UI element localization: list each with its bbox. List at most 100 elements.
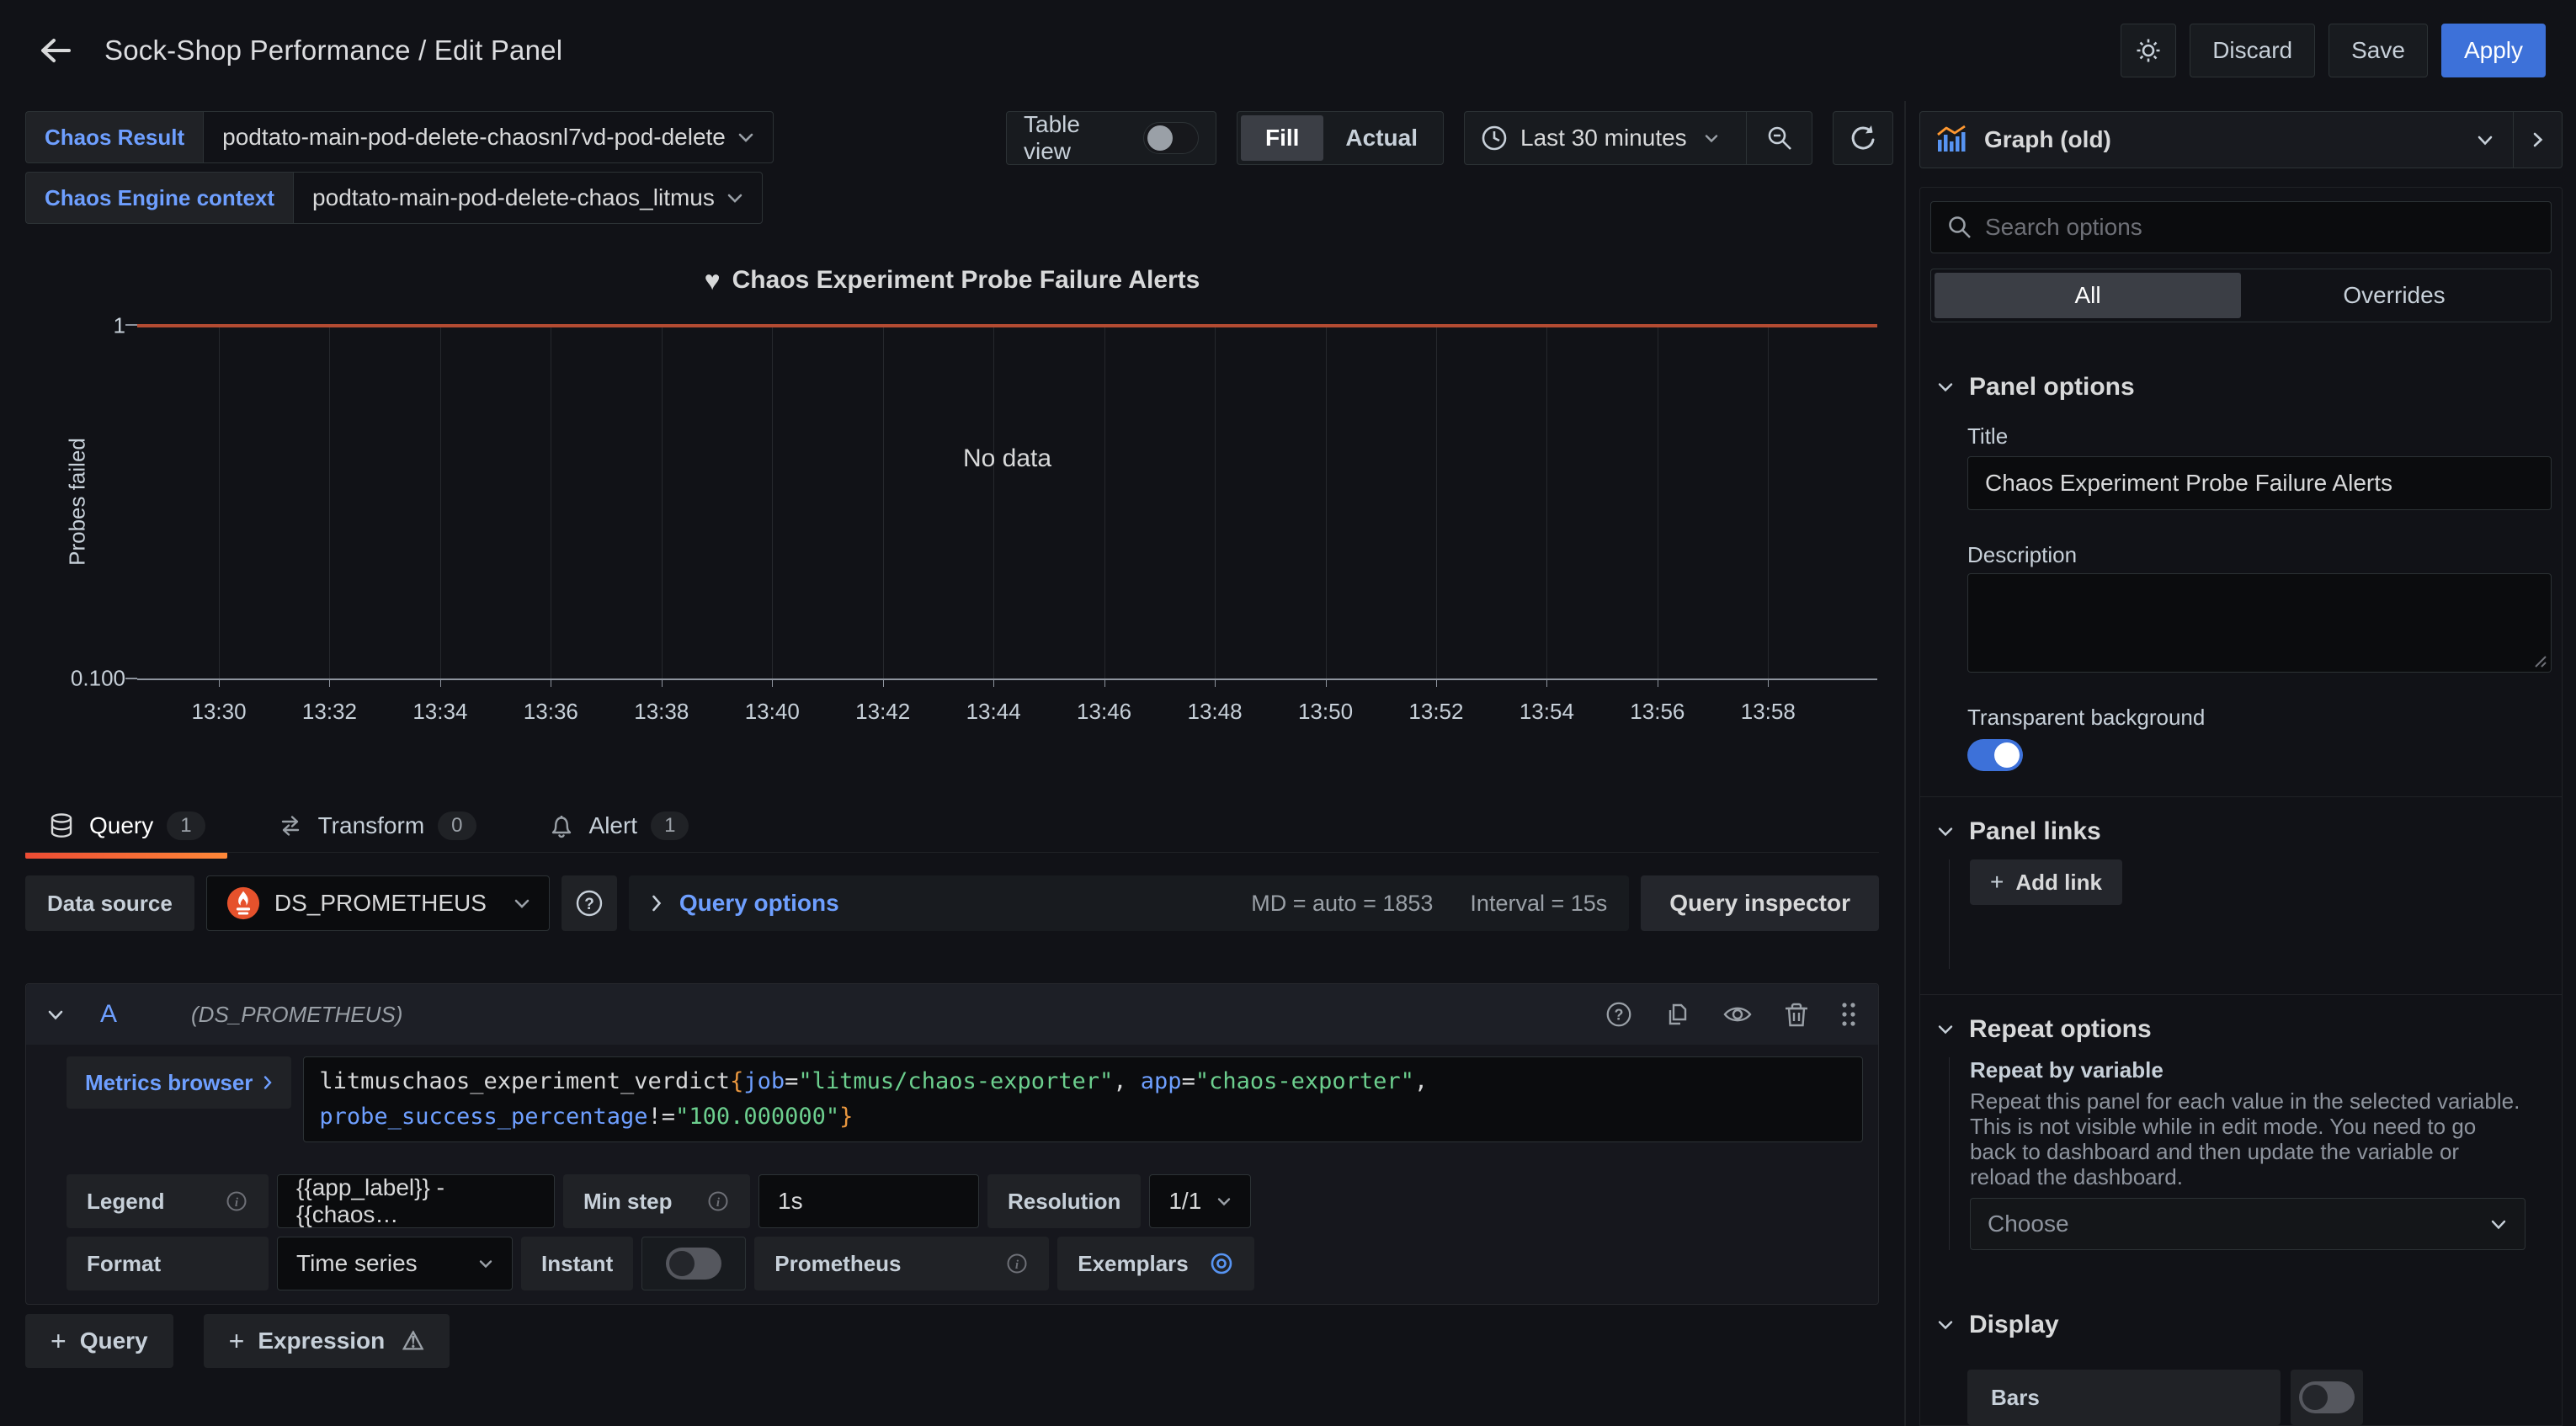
chevron-right-icon <box>263 1075 273 1090</box>
tab-all[interactable]: All <box>1935 273 2241 318</box>
top-actions: Discard Save Apply <box>2121 24 2546 77</box>
info-icon: i <box>225 1189 248 1213</box>
tab-query[interactable]: Query 1 <box>25 800 227 852</box>
time-range-button[interactable]: Last 30 minutes <box>1465 112 1746 164</box>
chevron-down-icon <box>1937 1024 1954 1035</box>
variable-label: Chaos Engine context <box>25 172 293 224</box>
legend-format-input[interactable]: {{app_label}} - {{chaos… <box>277 1174 555 1228</box>
collapse-chevron-icon <box>46 1008 65 1021</box>
instant-toggle[interactable] <box>666 1248 721 1280</box>
tab-alert[interactable]: Alert 1 <box>525 800 711 852</box>
description-input[interactable] <box>1967 573 2552 673</box>
variable-chaos-result: Chaos Result podtato-main-pod-delete-cha… <box>25 111 774 163</box>
info-icon: i <box>706 1189 730 1213</box>
tab-overrides[interactable]: Overrides <box>2241 273 2547 318</box>
x-axis-labels: 13:3013:3213:3413:3613:3813:4013:4213:44… <box>137 699 1877 732</box>
promql-query-input[interactable]: litmuschaos_experiment_verdict{job="litm… <box>303 1056 1863 1142</box>
section-display[interactable]: Display <box>1930 1311 2552 1339</box>
query-header[interactable]: A (DS_PROMETHEUS) ? <box>26 984 1878 1045</box>
toggle-visibility-icon[interactable] <box>1722 1002 1754 1027</box>
tab-transform[interactable]: Transform 0 <box>254 800 498 852</box>
metrics-row: Metrics browser litmuschaos_experiment_v… <box>67 1056 1863 1142</box>
chevron-down-icon <box>1937 826 1954 838</box>
duplicate-query-icon[interactable] <box>1663 999 1693 1030</box>
resolution-select[interactable]: 1/1 <box>1149 1174 1251 1228</box>
add-query-button[interactable]: + Query <box>25 1314 173 1368</box>
bars-toggle[interactable] <box>2299 1381 2355 1413</box>
table-view-toggle[interactable] <box>1143 122 1199 154</box>
chevron-down-icon <box>2457 134 2513 146</box>
data-source-picker[interactable]: DS_PROMETHEUS <box>206 875 550 931</box>
panel-type-picker[interactable]: Graph (old) <box>1919 111 2563 168</box>
gridline <box>440 324 441 678</box>
variable-chaos-engine: Chaos Engine context podtato-main-pod-de… <box>25 172 763 224</box>
x-tick-label: 13:38 <box>634 699 689 725</box>
metrics-browser-button[interactable]: Metrics browser <box>67 1056 291 1109</box>
gridline <box>1768 324 1769 678</box>
panel-type-name: Graph (old) <box>1984 126 2111 153</box>
query-ref-id: A <box>100 1000 117 1029</box>
gridline <box>993 324 994 678</box>
format-label: Format <box>87 1251 161 1277</box>
min-step-input[interactable]: 1s <box>758 1174 979 1228</box>
resolution-value: 1/1 <box>1168 1188 1201 1215</box>
panel-settings-button[interactable] <box>2121 24 2176 77</box>
svg-text:i: i <box>1015 1258 1019 1272</box>
query-options-bar: Query options MD = auto = 1853 Interval … <box>629 875 1629 931</box>
sidebar-divider <box>1904 101 1906 1426</box>
prometheus-icon <box>226 886 261 921</box>
panel-preview: ♥ Chaos Experiment Probe Failure Alerts … <box>25 244 1879 783</box>
query-options-link[interactable]: Query options <box>679 890 839 917</box>
resize-grip-icon[interactable] <box>2534 655 2547 668</box>
back-button[interactable] <box>30 25 81 76</box>
repeat-description: Repeat this panel for each value in the … <box>1970 1088 2525 1189</box>
x-tick-label: 13:34 <box>412 699 467 725</box>
section-panel-links[interactable]: Panel links <box>1930 817 2552 846</box>
collapse-options-button[interactable] <box>2513 112 2562 168</box>
repeat-by-variable-label: Repeat by variable <box>1970 1057 2552 1083</box>
data-source-row: Data source DS_PROMETHEUS ? Query option… <box>25 875 1879 931</box>
instant-toggle-cell <box>641 1237 746 1290</box>
options-pane: All Overrides Panel options Title Descri… <box>1919 187 2563 1426</box>
discard-button[interactable]: Discard <box>2190 24 2315 77</box>
query-format-row: Format Time series Instant Prometheus <box>67 1237 1863 1290</box>
table-view-control: Table view <box>1006 111 1216 165</box>
refresh-button[interactable] <box>1833 111 1893 165</box>
transparent-background-toggle[interactable] <box>1967 739 2023 771</box>
add-link-button[interactable]: + Add link <box>1970 859 2122 905</box>
add-expression-button[interactable]: + Expression ⚠ <box>204 1314 450 1368</box>
x-tick-label: 13:54 <box>1520 699 1574 725</box>
variable-value-dropdown[interactable]: podtato-main-pod-delete-chaosnl7vd-pod-d… <box>203 111 774 163</box>
panel-title-input[interactable] <box>1967 456 2552 510</box>
grafana-edit-panel: Sock-Shop Performance / Edit Panel Disca… <box>0 0 2576 1426</box>
alert-threshold-line[interactable] <box>137 324 1877 327</box>
fill-option[interactable]: Fill <box>1241 115 1323 161</box>
exemplars-target-icon[interactable] <box>1209 1251 1234 1276</box>
query-help-icon[interactable]: ? <box>1604 999 1634 1030</box>
x-tick-mark <box>329 678 330 687</box>
x-tick-label: 13:58 <box>1741 699 1796 725</box>
zoom-out-button[interactable] <box>1746 112 1812 164</box>
data-source-help-button[interactable]: ? <box>562 875 617 931</box>
format-select[interactable]: Time series <box>277 1237 513 1290</box>
actual-option[interactable]: Actual <box>1323 115 1440 161</box>
gridline <box>1436 324 1437 678</box>
options-search-input[interactable] <box>1985 214 2536 241</box>
options-sidebar: Graph (old) All Overrides Panel options … <box>1911 101 2576 1426</box>
add-link-label: Add link <box>2015 870 2102 896</box>
section-panel-options[interactable]: Panel options <box>1930 373 2552 402</box>
variable-value-dropdown[interactable]: podtato-main-pod-delete-chaos_litmus <box>293 172 763 224</box>
back-arrow-icon <box>37 32 74 69</box>
repeat-variable-select[interactable]: Choose <box>1970 1198 2525 1250</box>
section-repeat-options[interactable]: Repeat options <box>1930 1015 2552 1044</box>
x-tick-label: 13:48 <box>1188 699 1243 725</box>
gridline <box>1104 324 1105 678</box>
delete-query-icon[interactable] <box>1782 999 1811 1030</box>
plot-area[interactable]: 1 0.100 No data <box>137 324 1877 680</box>
apply-button[interactable]: Apply <box>2441 24 2546 77</box>
query-inspector-button[interactable]: Query inspector <box>1641 875 1879 931</box>
tab-label: Alert <box>589 812 638 839</box>
drag-handle-icon[interactable] <box>1839 1000 1858 1029</box>
save-button[interactable]: Save <box>2329 24 2428 77</box>
x-tick-label: 13:56 <box>1630 699 1685 725</box>
